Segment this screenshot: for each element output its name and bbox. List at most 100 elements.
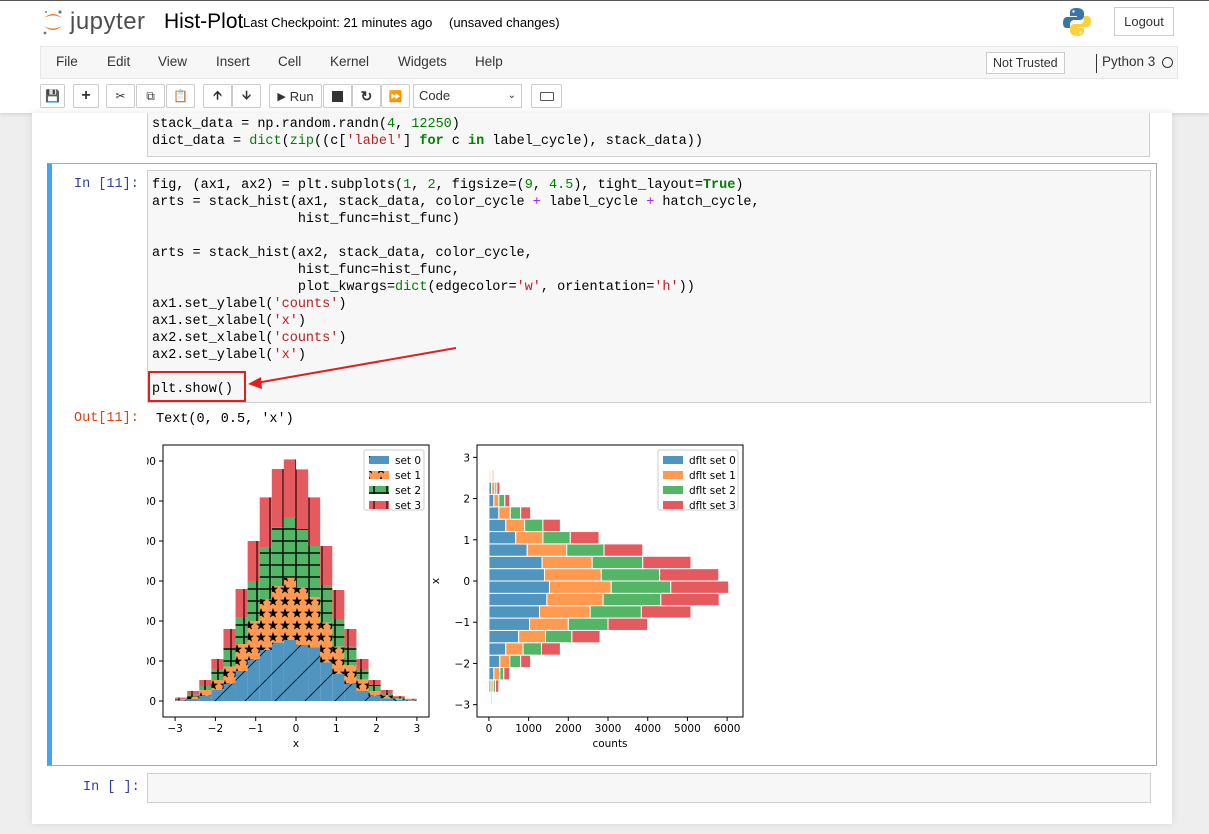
previous-cell-input[interactable]: stack_data = np.random.randn(4, 12250) d… (147, 113, 1150, 157)
move-up-button[interactable]: 🡩 (203, 84, 232, 108)
bar-3-19 (489, 456, 492, 471)
bar-hatch-1-5 (235, 644, 248, 671)
empty-cell-input[interactable] (147, 773, 1151, 803)
code-line: dict_data = dict(zip((c['label'] for c i… (152, 134, 703, 149)
bar-1-12 (526, 543, 568, 557)
bar-3-5 (571, 629, 601, 644)
bar-1-15 (498, 506, 511, 520)
bar-2-4 (522, 642, 543, 656)
menu-view[interactable]: View (158, 54, 187, 69)
restart-run-all-button[interactable]: ⏩ (381, 84, 410, 108)
bar-1-8 (546, 592, 604, 607)
bar-hatch-2-13 (332, 619, 345, 647)
menu-insert[interactable]: Insert (216, 54, 250, 69)
restart-icon: ↻ (360, 87, 373, 104)
y-tick-label: −3 (455, 700, 470, 712)
bar-hatch-2-6 (247, 581, 260, 621)
y-tick-label: 5000 (147, 496, 156, 508)
bar-3-1 (494, 679, 500, 693)
bar-hatch-1-4 (223, 666, 236, 684)
bar-hatch-3-15 (356, 659, 369, 669)
y-tick-label: 2000 (147, 616, 156, 628)
notebook-container: stack_data = np.random.randn(4, 12250) d… (32, 113, 1172, 824)
bar-0-12 (488, 543, 528, 557)
not-trusted-button[interactable]: Not Trusted (986, 52, 1065, 74)
bar-3-13 (569, 531, 600, 545)
menu-help[interactable]: Help (475, 54, 503, 69)
menu-cell[interactable]: Cell (278, 54, 301, 69)
code-line: ax1.set_ylabel('counts') (152, 297, 347, 312)
bar-hatch-1-10 (296, 587, 309, 645)
move-down-button[interactable]: 🡫 (232, 84, 261, 108)
arrow-up-icon: 🡩 (213, 87, 222, 102)
bar-hatch-2-7 (259, 547, 272, 599)
bar-hatch-0-18 (392, 699, 405, 701)
restart-button[interactable]: ↻ (352, 84, 381, 108)
bar-3-14 (542, 518, 561, 533)
bar-1-10 (543, 568, 602, 582)
run-label: Run (289, 88, 314, 104)
legend-swatch-hatch (369, 456, 389, 464)
copy-button[interactable]: ⧉ (136, 84, 165, 108)
bar-hatch-2-11 (308, 546, 321, 597)
bar-3-15 (520, 506, 532, 520)
bar-1-2 (493, 667, 501, 681)
bar-3-4 (541, 642, 561, 656)
bar-0-16 (488, 493, 495, 508)
y-tick-label: −1 (455, 617, 470, 629)
code-line: arts = stack_hist(ax2, stack_data, color… (152, 246, 533, 261)
legend-label: set 1 (395, 470, 421, 482)
menu-file[interactable]: File (56, 54, 78, 69)
kernel-idle-icon (1162, 57, 1173, 68)
bar-2-10 (600, 568, 661, 582)
bar-hatch-1-14 (344, 665, 357, 684)
bar-3-16 (504, 493, 511, 508)
jupyter-logo[interactable]: jupyter (42, 7, 146, 37)
bar-hatch-3-9 (283, 459, 296, 518)
legend-swatch-hatch (369, 486, 389, 494)
x-axis-label: counts (592, 738, 627, 750)
unsaved-changes-status: (unsaved changes) (449, 15, 560, 30)
paste-button[interactable]: 📋 (166, 84, 195, 108)
menu-widgets[interactable]: Widgets (398, 54, 447, 69)
legend-label: dflt set 0 (689, 455, 736, 467)
bar-hatch-3-2 (199, 680, 212, 686)
bar-hatch-0-6 (247, 660, 260, 701)
bar-hatch-3-13 (332, 590, 345, 619)
run-button[interactable]: ▶ Run (269, 84, 322, 108)
command-palette-button[interactable] (531, 84, 562, 108)
bar-hatch-2-9 (283, 517, 296, 578)
bar-hatch-3-5 (235, 589, 248, 618)
bar-2-7 (589, 605, 642, 619)
bar-1-14 (505, 518, 526, 533)
cell-type-select[interactable]: Code ⌄ (413, 84, 522, 108)
notebook-title[interactable]: Hist-Plot (164, 10, 243, 34)
x-tick-label: 4000 (634, 723, 661, 735)
menu-kernel[interactable]: Kernel (330, 54, 369, 69)
save-button[interactable]: 💾 (40, 84, 65, 108)
histogram-figure: −3 −2 −1 0 1 2 3 0 1000 2000 3000 4000 5000 6000 x coun… (147, 444, 744, 750)
x-axis-label: x (293, 738, 299, 750)
bar-1-11 (541, 555, 593, 570)
legend-swatch-hatch (369, 471, 389, 479)
y-tick-label: 0 (463, 576, 470, 588)
legend-label: set 0 (395, 455, 421, 467)
interrupt-button[interactable] (323, 84, 352, 108)
y-tick-label: 2 (463, 494, 470, 506)
cut-button[interactable]: ✂ (106, 84, 135, 108)
x-tick-label: 0 (293, 723, 300, 735)
bar-3-7 (640, 605, 692, 619)
insert-cell-button[interactable]: + (73, 84, 99, 108)
menu-edit[interactable]: Edit (107, 54, 130, 69)
selected-code-cell[interactable]: In [11]: fig, (ax1, ax2) = plt.subplots(… (47, 163, 1157, 766)
code-line: hist_func=hist_func, (152, 263, 460, 278)
bar-0-11 (488, 555, 543, 570)
bar-hatch-0-4 (223, 684, 236, 701)
bar-hatch-1-3 (211, 680, 224, 690)
x-tick-label: −2 (208, 723, 223, 735)
bar-2-14 (524, 518, 544, 533)
logout-button[interactable]: Logout (1114, 7, 1174, 36)
bar-0-8 (488, 592, 548, 607)
x-tick-label: −3 (167, 723, 182, 735)
kernel-name[interactable]: Python 3 (1102, 54, 1155, 69)
